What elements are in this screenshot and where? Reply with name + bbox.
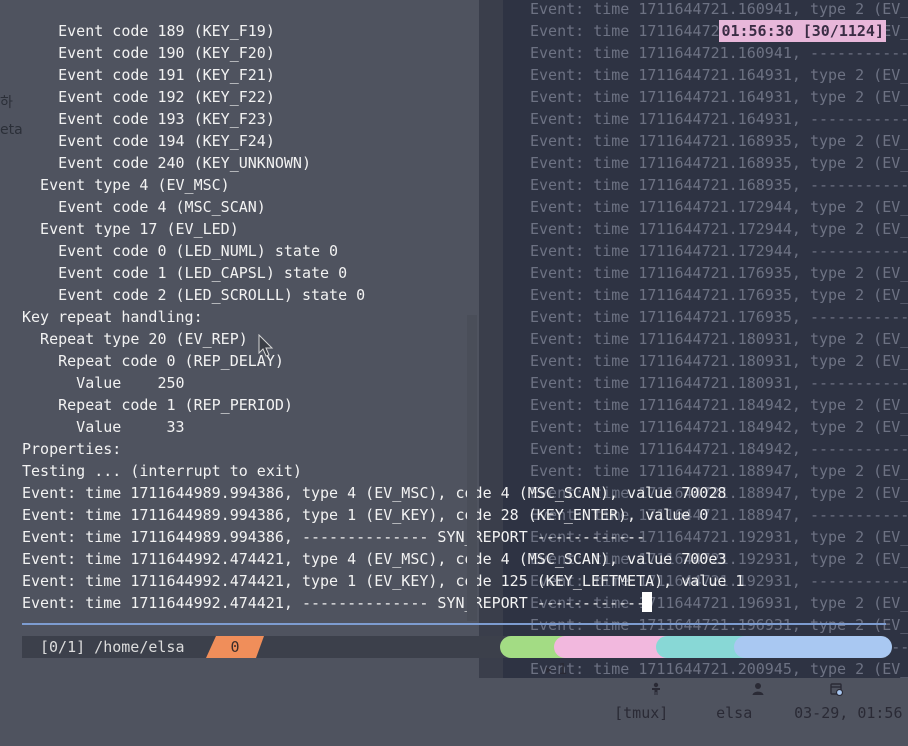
scroll-region bbox=[467, 315, 477, 621]
terminal-line: Event code 192 (KEY_F22) bbox=[22, 88, 275, 106]
terminal-line: Event code 190 (KEY_F20) bbox=[22, 44, 275, 62]
terminal-output[interactable]: Event code 189 (KEY_F19) Event code 190 … bbox=[0, 0, 908, 640]
terminal-line: Event: time 1711644992.474421, type 1 (E… bbox=[22, 572, 745, 590]
terminal-line: Event code 189 (KEY_F19) bbox=[22, 22, 275, 40]
calendar-clock-icon bbox=[776, 658, 844, 724]
pane-separator bbox=[22, 623, 886, 625]
tmux-statusbar: [0/1] /home/elsa 0 ▸1 [tmux] elsa 03-29,… bbox=[22, 636, 903, 722]
terminal-line: Repeat code 0 (REP_DELAY) bbox=[22, 352, 284, 370]
mouse-pointer-icon bbox=[258, 334, 274, 357]
terminal-line: Event type 4 (EV_MSC) bbox=[22, 176, 230, 194]
user-name: elsa bbox=[716, 704, 753, 722]
terminal-line: Key repeat handling: bbox=[22, 308, 203, 326]
terminal-line: Value 250 bbox=[22, 374, 185, 392]
terminal-line: Event code 191 (KEY_F21) bbox=[22, 66, 275, 84]
terminal-line: Event code 1 (LED_CAPSL) state 0 bbox=[22, 264, 348, 282]
person-icon bbox=[596, 658, 661, 724]
terminal-line: Repeat type 20 (EV_REP) bbox=[22, 330, 248, 348]
datetime-status: 03-29, 01:56 bbox=[734, 636, 903, 722]
terminal-line: Event: time 1711644992.474421, type 4 (E… bbox=[22, 550, 727, 568]
tmux-label: [tmux] bbox=[614, 704, 669, 722]
terminal-line: Repeat code 1 (REP_PERIOD) bbox=[22, 396, 293, 414]
terminal-line: Event code 4 (MSC_SCAN) bbox=[22, 198, 266, 216]
terminal-icon: ▸ bbox=[544, 660, 554, 678]
terminal-line: Event type 17 (EV_LED) bbox=[22, 220, 239, 238]
terminal-line: Event code 2 (LED_SCROLLL) state 0 bbox=[22, 286, 366, 304]
terminal-line: Event: time 1711644989.994386, type 1 (E… bbox=[22, 506, 709, 524]
tmux-status: [tmux] bbox=[554, 636, 668, 722]
terminal-line: Event: time 1711644989.994386, ---------… bbox=[22, 528, 646, 546]
session-path: [0/1] /home/elsa bbox=[40, 638, 185, 656]
terminal-line: Testing ... (interrupt to exit) bbox=[22, 462, 302, 480]
text-cursor bbox=[642, 592, 652, 612]
terminal-line: Event code 240 (KEY_UNKNOWN) bbox=[22, 154, 311, 172]
terminal-line: Event: time 1711644989.994386, type 4 (E… bbox=[22, 484, 727, 502]
terminal-line: Event code 193 (KEY_F23) bbox=[22, 110, 275, 128]
terminal-line: Event: time 1711644992.474421, ---------… bbox=[22, 594, 646, 612]
terminal-line: Value 33 bbox=[22, 418, 185, 436]
datetime-text: 03-29, 01:56 bbox=[794, 704, 903, 722]
terminal-line: Event code 0 (LED_NUML) state 0 bbox=[22, 242, 339, 260]
terminal-line: Properties: bbox=[22, 440, 122, 458]
window-tab-0[interactable]: 0 bbox=[206, 636, 264, 658]
user-icon bbox=[698, 658, 764, 724]
terminal-line: Event code 194 (KEY_F24) bbox=[22, 132, 275, 150]
